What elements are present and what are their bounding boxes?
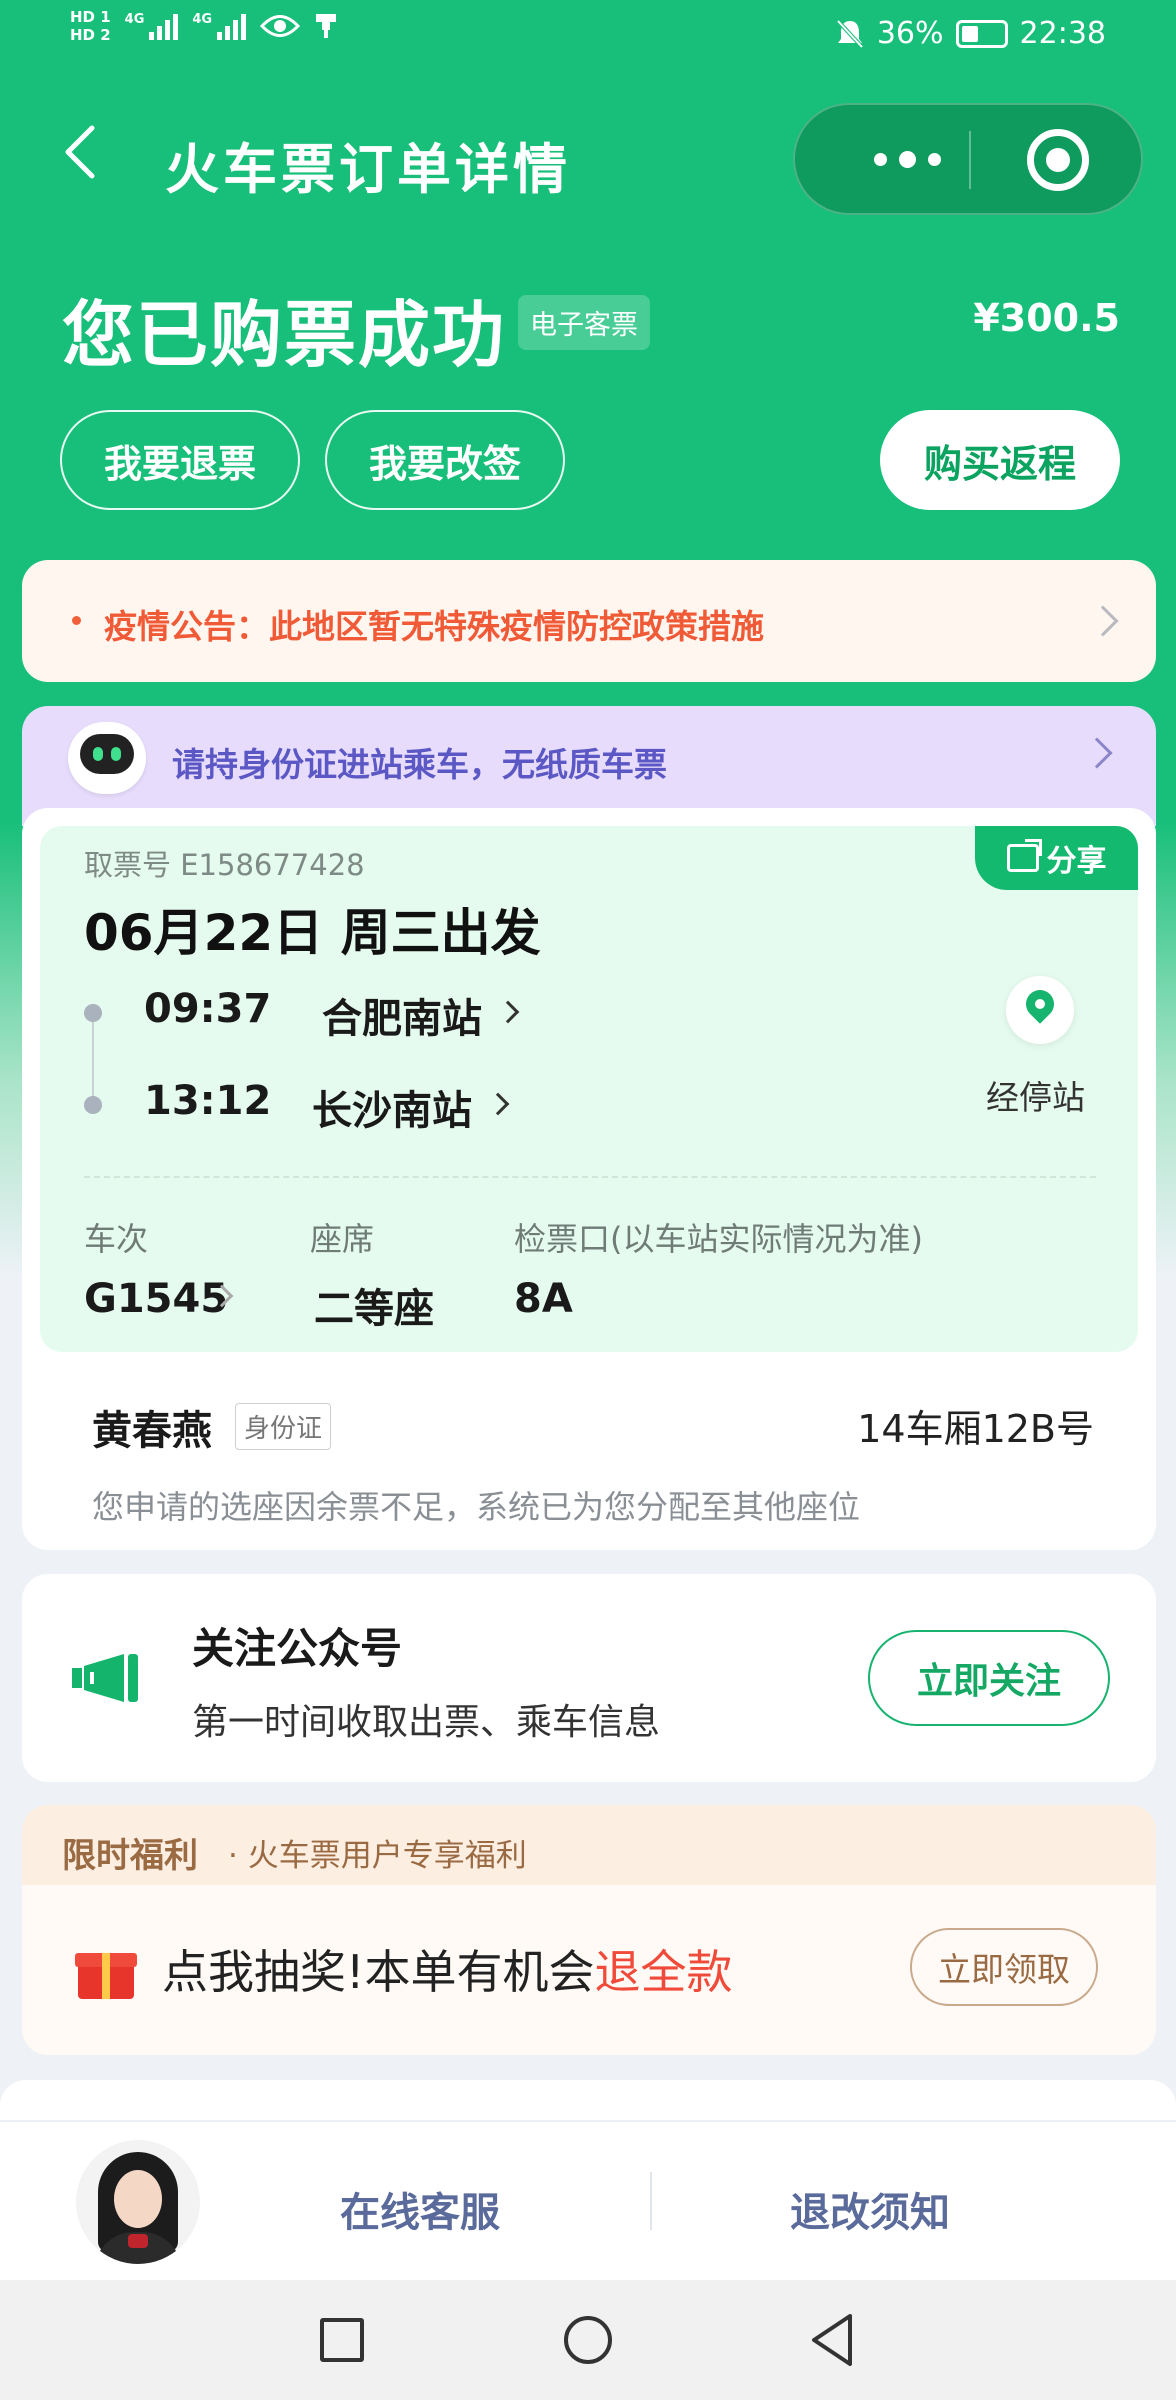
order-status-title: 您已购票成功 [62, 293, 507, 377]
follow-button[interactable]: 立即关注 [868, 1630, 1110, 1726]
notice-dot [72, 616, 81, 625]
bottom-divider [650, 2172, 652, 2230]
recent-apps-icon[interactable] [320, 2318, 364, 2362]
eticket-badge: 电子客票 [518, 295, 650, 350]
battery-icon [955, 19, 1008, 48]
lottery-text[interactable]: 点我抽奖!本单有机会退全款 [162, 1936, 732, 2002]
gate-label: 检票口(以车站实际情况为准) [514, 1220, 923, 1258]
more-icon[interactable] [845, 105, 970, 213]
hd2-label: HD 2 [70, 26, 111, 44]
refund-notice-link[interactable]: 退改须知 [790, 2180, 950, 2238]
status-bar-left: HD 1 HD 2 4G 4G [70, 8, 338, 44]
chevron-right-icon [1081, 737, 1113, 769]
signal-icon: 4G [125, 12, 179, 40]
benefit-tag: 限时福利 [62, 1836, 198, 1876]
share-button[interactable]: 分享 [975, 826, 1138, 890]
capsule-divider [969, 131, 971, 189]
arrive-station[interactable]: 长沙南站 [312, 1078, 472, 1136]
passenger-name: 黄春燕 [92, 1408, 212, 1454]
ticket-divider [84, 1176, 1096, 1178]
lottery-text-highlight: 退全款 [594, 1945, 733, 1999]
refund-button[interactable]: 我要退票 [60, 410, 300, 510]
hd1-label: HD 1 [70, 8, 111, 26]
battery-percent: 36% [876, 16, 944, 51]
benefit-subtitle: · 火车票用户专享福利 [228, 1838, 527, 1874]
depart-time: 09:37 [144, 986, 272, 1032]
page-title: 火车票订单详情 [165, 138, 571, 201]
mute-bell-icon [836, 19, 864, 48]
train-number[interactable]: G1545 [84, 1276, 228, 1322]
gift-icon [75, 1945, 137, 1999]
gate-number: 8A [514, 1276, 573, 1322]
clock: 22:38 [1019, 16, 1106, 51]
megaphone-icon [72, 1654, 138, 1702]
customer-service-avatar[interactable] [76, 2140, 200, 2264]
back-arrow-icon[interactable] [60, 122, 100, 182]
network-type-2: 4G [192, 12, 213, 27]
train-label: 车次 [84, 1220, 149, 1258]
home-icon[interactable] [564, 2316, 612, 2364]
notice-text: 疫情公告：此地区暂无特殊疫情防控政策措施 [104, 607, 764, 646]
departure-date: 06月22日 周三出发 [84, 904, 541, 962]
pickup-number: 取票号 E158677428 [84, 848, 365, 882]
chevron-right-icon [1087, 605, 1119, 637]
timeline-dot-depart [84, 1004, 102, 1022]
signal-icon-2: 4G [192, 12, 247, 40]
idcard-banner-text: 请持身份证进站乘车，无纸质车票 [172, 745, 667, 784]
mini-program-capsule [793, 103, 1143, 215]
hd-indicator: HD 1 HD 2 [70, 8, 111, 44]
timeline-dot-arrive [84, 1096, 102, 1114]
seat-class: 二等座 [314, 1286, 434, 1332]
location-pin-icon [1020, 984, 1060, 1024]
stops-button[interactable] [1006, 976, 1074, 1044]
arrive-time: 13:12 [144, 1078, 272, 1124]
share-label: 分享 [1046, 844, 1107, 879]
seat-allocation-note: 您申请的选座因余票不足，系统已为您分配至其他座位 [92, 1488, 861, 1526]
id-type-badge: 身份证 [235, 1403, 332, 1450]
eye-icon [260, 15, 301, 37]
buy-return-button[interactable]: 购买返程 [880, 410, 1120, 510]
follow-title: 关注公众号 [192, 1624, 403, 1673]
stops-label[interactable]: 经停站 [986, 1071, 1085, 1119]
plug-icon [316, 14, 337, 38]
order-price: ¥300.5 [973, 296, 1120, 340]
network-type-1: 4G [124, 12, 145, 27]
seat-number: 14车厢12B号 [857, 1407, 1094, 1451]
follow-subtitle: 第一时间收取出票、乘车信息 [192, 1702, 661, 1743]
epidemic-notice[interactable]: 疫情公告：此地区暂无特殊疫情防控政策措施 [22, 560, 1156, 682]
online-service-link[interactable]: 在线客服 [340, 2180, 500, 2238]
change-ticket-button[interactable]: 我要改签 [325, 410, 565, 510]
close-target-icon[interactable] [1027, 129, 1089, 191]
claim-button[interactable]: 立即领取 [910, 1928, 1098, 2006]
lottery-text-prefix: 点我抽奖!本单有机会 [162, 1945, 595, 1999]
depart-station[interactable]: 合肥南站 [322, 986, 482, 1044]
status-bar-right: 36% 22:38 [835, 16, 1106, 51]
robot-icon [68, 722, 146, 794]
status-bar: HD 1 HD 2 4G 4G 36% 22:38 [0, 0, 1176, 70]
next-card-edge [0, 2080, 1176, 2120]
back-triangle-icon[interactable] [808, 2312, 856, 2368]
timeline-line [92, 1012, 94, 1105]
share-icon [1006, 839, 1042, 872]
seat-label: 座席 [310, 1220, 375, 1258]
